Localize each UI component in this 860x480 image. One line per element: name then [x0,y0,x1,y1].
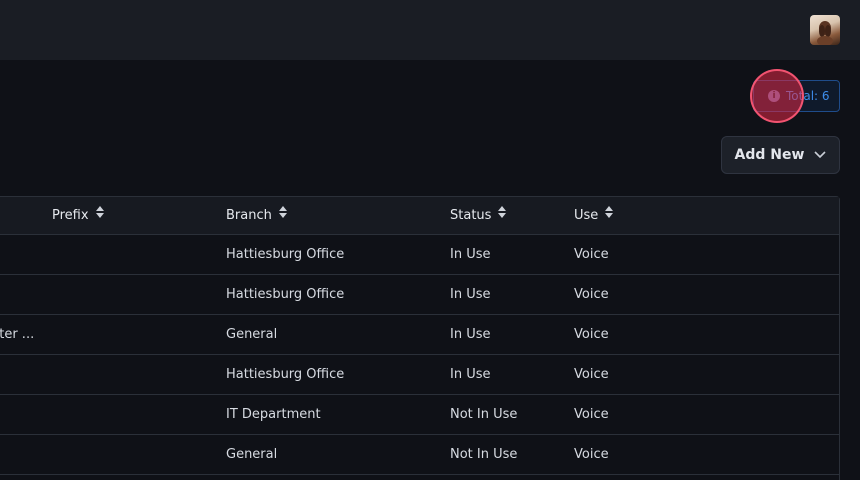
avatar-image [817,21,833,45]
column-header-status[interactable]: Status [450,197,507,235]
cell-name: nter ... [0,327,35,342]
cell-branch: IT Department [226,407,321,422]
column-label: Prefix [52,208,89,223]
cell-use: Voice [574,287,609,302]
table-row[interactable]: IT Department Not In Use Voice [0,395,839,435]
table-row[interactable]: Hattiesburg Office In Use Voice [0,235,839,275]
cell-branch: General [226,447,278,462]
top-bar [0,0,860,60]
column-label: Branch [226,208,272,223]
user-avatar[interactable] [810,15,840,45]
cell-use: Voice [574,327,609,342]
column-header-branch[interactable]: Branch [226,197,288,235]
cell-branch: Hattiesburg Office [226,367,345,382]
cell-status: In Use [450,287,491,302]
add-new-button[interactable]: Add New [721,136,840,174]
cell-use: Voice [574,407,609,422]
cell-branch: General [226,327,278,342]
column-label: Status [450,208,492,223]
column-header-prefix[interactable]: Prefix [52,197,105,235]
sort-icon[interactable] [278,197,288,235]
total-count-badge[interactable]: i Total: 6 [753,80,840,112]
add-new-label: Add New [734,147,805,163]
chevron-down-icon [814,148,827,162]
cell-use: Voice [574,367,609,382]
sort-icon[interactable] [497,197,507,235]
sort-icon[interactable] [604,197,614,235]
table-row[interactable]: Hattiesburg Office In Use Voice [0,275,839,315]
cell-status: In Use [450,247,491,262]
cell-status: Not In Use [450,407,518,422]
cell-use: Voice [574,247,609,262]
table-header: Prefix Branch Status Use [0,197,839,235]
cell-status: Not In Use [450,447,518,462]
cell-use: Voice [574,447,609,462]
table-row[interactable]: General Not In Use Voice [0,435,839,475]
info-icon: i [768,90,780,102]
cell-status: In Use [450,327,491,342]
cell-branch: Hattiesburg Office [226,287,345,302]
total-count-label: Total: 6 [786,89,830,103]
sort-icon[interactable] [95,197,105,235]
data-table: Prefix Branch Status Use Hattiesburg Off… [0,196,840,480]
column-header-use[interactable]: Use [574,197,614,235]
table-row[interactable]: nter ... General In Use Voice [0,315,839,355]
table-row[interactable]: Hattiesburg Office In Use Voice [0,355,839,395]
cell-branch: Hattiesburg Office [226,247,345,262]
cell-status: In Use [450,367,491,382]
column-label: Use [574,208,599,223]
